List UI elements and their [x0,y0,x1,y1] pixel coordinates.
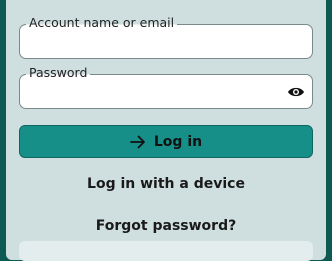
partial-bottom-element [19,241,313,261]
forgot-password-link[interactable]: Forgot password? [6,218,326,234]
account-field-label: Account name or email [26,15,178,31]
login-with-device-link[interactable]: Log in with a device [6,176,326,192]
arrow-right-icon [129,135,145,148]
login-button-label: Log in [153,133,203,150]
password-field[interactable]: Password [19,65,313,109]
show-password-button[interactable] [286,83,306,101]
account-field[interactable]: Account name or email [19,15,313,59]
login-button[interactable]: Log in [19,125,313,158]
password-field-label: Password [26,65,91,81]
account-input[interactable] [28,34,276,52]
password-input[interactable] [28,84,276,102]
eye-icon [288,87,304,97]
